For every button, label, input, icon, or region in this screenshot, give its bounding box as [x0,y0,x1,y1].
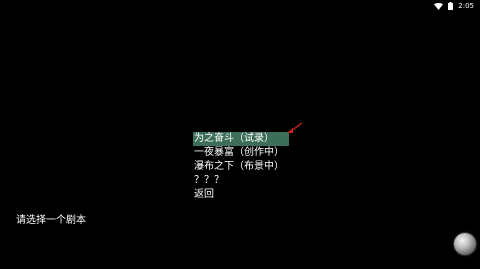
battery-icon [448,2,454,10]
menu-item-script-3[interactable]: 瀑布之下（布景中） [193,160,289,174]
select-script-prompt: 请选择一个剧本 [16,215,86,226]
status-bar: 2:05 [434,0,480,12]
menu-item-unknown[interactable]: ？？？ [193,174,289,188]
wifi-icon [434,2,444,10]
menu-item-back[interactable]: 返回 [193,188,289,202]
status-time: 2:05 [458,2,474,10]
script-menu: 为之奋斗（试录） 一夜暴富（创作中） 瀑布之下（布景中） ？？？ 返回 [193,132,289,202]
menu-item-script-2[interactable]: 一夜暴富（创作中） [193,146,289,160]
joystick-button-icon[interactable] [454,233,476,255]
menu-item-script-1[interactable]: 为之奋斗（试录） [193,132,289,146]
red-arrow-cursor-icon [284,120,304,134]
